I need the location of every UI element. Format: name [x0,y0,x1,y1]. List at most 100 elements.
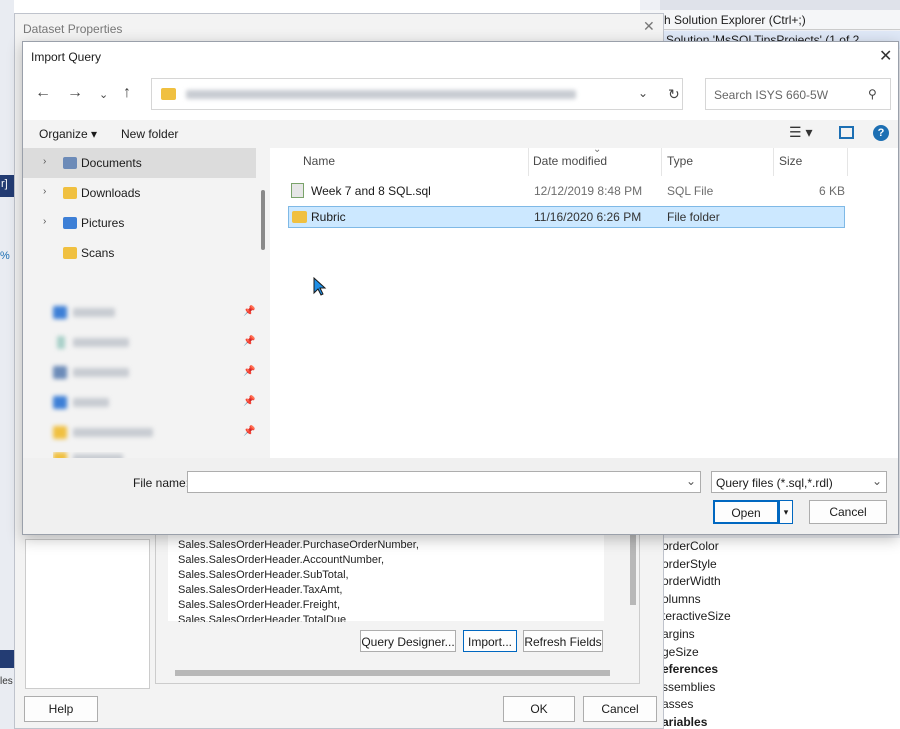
nav-item-downloads[interactable]: › Downloads [23,178,256,208]
back-arrow-icon[interactable]: ← [35,84,51,102]
solution-search-box[interactable]: h Solution Explorer (Ctrl+;) [640,10,900,30]
file-name: Rubric [311,210,346,224]
help-icon[interactable]: ? [873,125,889,141]
property-item[interactable]: orderColor [662,538,731,556]
refresh-icon[interactable]: ↻ [668,86,680,103]
folder-icon [161,88,176,100]
query-line: Sales.SalesOrderHeader.Freight, [178,599,341,611]
new-folder-button[interactable]: New folder [121,127,178,141]
pin-icon[interactable]: 📌 [243,426,255,437]
search-placeholder: Search ISYS 660-5W [714,88,829,102]
quick-access-item[interactable]: 📌 [53,426,255,440]
organize-button[interactable]: Organize ▾ [39,127,97,141]
address-path-blurred [186,90,576,99]
chevron-down-icon[interactable]: ⌄ [872,474,882,488]
pin-icon[interactable]: 📌 [243,396,255,407]
import-button[interactable]: Import... [463,630,517,652]
left-fragment-3: les [0,676,13,687]
file-type-select[interactable]: Query files (*.sql,*.rdl) ⌄ [711,471,887,493]
column-divider [528,148,529,176]
search-box[interactable]: Search ISYS 660-5W ⚲ [705,78,891,110]
import-query-dialog: Import Query ✕ ← → ⌄ ↑ ⌄ ↻ Search ISYS 6… [22,41,899,535]
query-scrollbar[interactable] [630,535,636,605]
address-bar[interactable]: ⌄ ↻ [151,78,683,110]
refresh-fields-button[interactable]: Refresh Fields [523,630,603,652]
column-divider [847,148,848,176]
close-icon[interactable]: ✕ [879,46,892,66]
up-arrow-icon[interactable]: ↑ [123,84,131,102]
close-icon[interactable]: ✕ [643,18,655,35]
dialog-footer: File name: ⌄ Query files (*.sql,*.rdl) ⌄… [23,458,898,534]
property-item[interactable]: orderStyle [662,556,731,574]
pin-icon[interactable]: 📌 [243,336,255,347]
forward-arrow-icon[interactable]: → [67,84,83,102]
property-item[interactable]: asses [662,696,731,714]
blurred-label [73,428,153,437]
file-name-input[interactable]: ⌄ [187,471,701,493]
file-size: 6 KB [819,184,846,198]
column-divider [661,148,662,176]
column-header-date[interactable]: Date modified [533,154,607,168]
chevron-right-icon[interactable]: › [43,216,46,227]
column-header-size[interactable]: Size [779,154,802,168]
cancel-button[interactable]: Cancel [809,500,887,524]
chevron-right-icon[interactable]: › [43,156,46,167]
file-type-value: Query files (*.sql,*.rdl) [716,476,833,490]
file-name: Week 7 and 8 SQL.sql [311,184,431,198]
file-type: SQL File [667,184,714,198]
chevron-down-icon[interactable]: ⌄ [638,86,648,100]
folder-icon [292,211,307,223]
property-item[interactable]: argins [662,626,731,644]
nav-item-pictures[interactable]: › Pictures [23,208,256,238]
file-type: File folder [667,210,720,224]
page-list [25,539,150,689]
query-line: Sales.SalesOrderHeader.TotalDue [178,614,347,622]
nav-item-documents[interactable]: › Documents [23,148,256,178]
dataset-cancel-button[interactable]: Cancel [583,696,657,722]
property-category[interactable]: ariables [662,714,731,729]
left-fragment-bar-2 [0,650,14,668]
property-item[interactable]: teractiveSize [662,608,731,626]
horizontal-scrollbar[interactable] [175,670,610,676]
nav-label: Scans [81,246,115,260]
quick-access-item[interactable]: 📌 [53,396,255,410]
preview-pane-icon[interactable] [839,126,854,139]
ok-button[interactable]: OK [503,696,575,722]
nav-label: Downloads [81,186,141,200]
left-fragment-1: r] [1,178,8,190]
property-item[interactable]: geSize [662,644,731,662]
chevron-right-icon[interactable]: › [43,186,46,197]
chevron-down-icon[interactable]: ⌄ [99,88,108,101]
column-headers: Name ⌄ Date modified Type Size [271,144,898,176]
open-button[interactable]: Open [713,500,779,524]
column-header-type[interactable]: Type [667,154,693,168]
help-button[interactable]: Help [24,696,98,722]
nav-item-scans[interactable]: Scans [23,238,256,268]
window-title: Dataset Properties [23,22,123,36]
property-item[interactable]: olumns [662,591,731,609]
query-designer-button[interactable]: Query Designer... [360,630,456,652]
quick-access-item[interactable]: 📌 [53,306,255,320]
property-item[interactable]: orderWidth [662,573,731,591]
nav-scrollbar[interactable] [261,190,265,250]
table-row-selected[interactable]: Rubric 11/16/2020 6:26 PM File folder [288,206,845,228]
quick-access-item[interactable]: 📌 [53,366,255,380]
view-options-icon[interactable]: ☰ ▾ [789,124,812,141]
downloads-icon [63,187,77,199]
pin-icon[interactable]: 📌 [243,306,255,317]
query-line: Sales.SalesOrderHeader.PurchaseOrderNumb… [178,539,419,551]
quick-access-item[interactable]: 📌 [53,336,255,350]
file-list: Name ⌄ Date modified Type Size Week 7 an… [271,144,898,458]
pin-icon[interactable]: 📌 [243,366,255,377]
property-category[interactable]: eferences [662,661,731,679]
folder-icon [57,336,65,349]
chevron-down-icon[interactable]: ⌄ [686,474,696,488]
file-date: 12/12/2019 8:48 PM [534,184,643,198]
file-name-label: File name: [133,476,190,490]
property-item[interactable]: ssemblies [662,679,731,697]
nav-label: Pictures [81,216,125,230]
open-split-arrow[interactable]: ▾ [779,500,793,524]
column-header-name[interactable]: Name [303,154,335,168]
query-textbox[interactable]: Sales.SalesOrderHeader.PurchaseOrderNumb… [168,535,636,622]
table-row[interactable]: Week 7 and 8 SQL.sql 12/12/2019 8:48 PM … [289,180,845,202]
